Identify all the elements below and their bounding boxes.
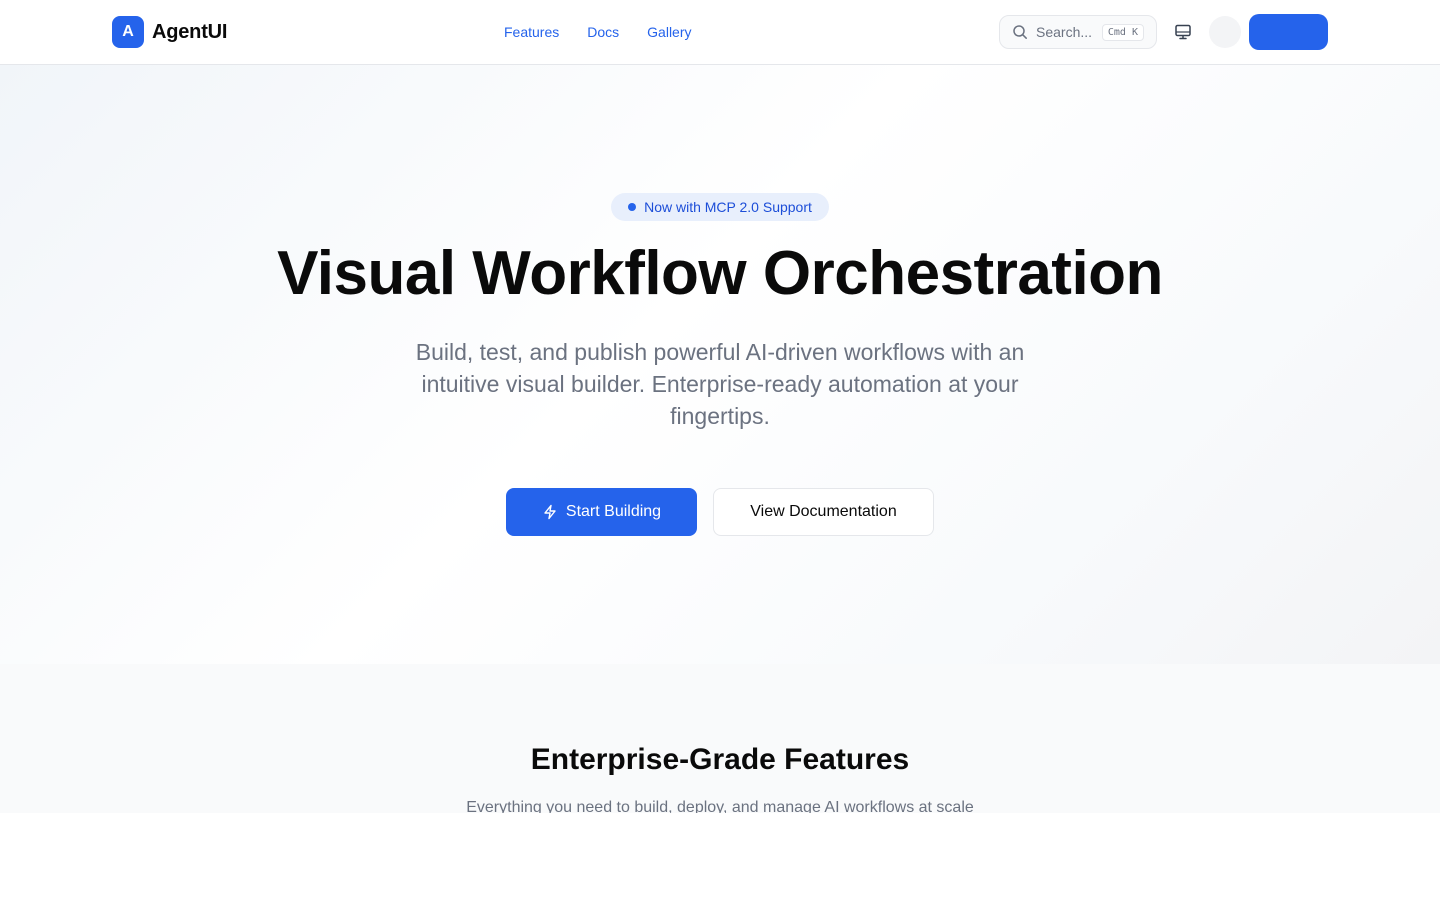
search-icon [1012, 24, 1028, 40]
lightning-icon [542, 504, 558, 520]
start-building-button[interactable]: Start Building [506, 488, 697, 536]
nav-link-gallery[interactable]: Gallery [647, 24, 691, 40]
main-nav: Features Docs Gallery [504, 20, 692, 44]
hero-title: Visual Workflow Orchestration [277, 239, 1163, 308]
features-section: Enterprise-Grade Features Everything you… [0, 664, 1440, 813]
announcement-badge: Now with MCP 2.0 Support [611, 193, 829, 221]
view-documentation-label: View Documentation [750, 503, 897, 520]
search-placeholder: Search... [1036, 24, 1093, 40]
monitor-icon [1174, 23, 1192, 41]
site-header: A AgentUI Features Docs Gallery Search..… [0, 0, 1440, 65]
brand-mark: A [112, 16, 144, 48]
start-building-label: Start Building [565, 503, 662, 520]
avatar[interactable] [1209, 16, 1241, 48]
brand-name: AgentUI [152, 20, 228, 43]
badge-text: Now with MCP 2.0 Support [644, 199, 812, 215]
header-cta-button[interactable] [1249, 14, 1328, 50]
badge-dot-icon [628, 203, 637, 211]
view-documentation-button[interactable]: View Documentation [713, 488, 934, 536]
theme-display-button[interactable] [1167, 16, 1199, 48]
features-subtitle: Everything you need to build, deploy, an… [466, 799, 974, 813]
nav-link-features[interactable]: Features [504, 24, 559, 40]
page-blank-area [0, 813, 1440, 900]
features-title: Enterprise-Grade Features [530, 743, 910, 776]
nav-link-docs[interactable]: Docs [587, 24, 619, 40]
search-shortcut: Cmd K [1101, 23, 1144, 41]
hero-section: Now with MCP 2.0 Support Visual Workflow… [0, 65, 1440, 664]
hero-subtitle: Build, test, and publish powerful AI-dri… [415, 339, 1025, 429]
brand-logo-link[interactable]: A AgentUI [112, 16, 227, 48]
search-trigger[interactable]: Search... Cmd K [999, 15, 1157, 49]
